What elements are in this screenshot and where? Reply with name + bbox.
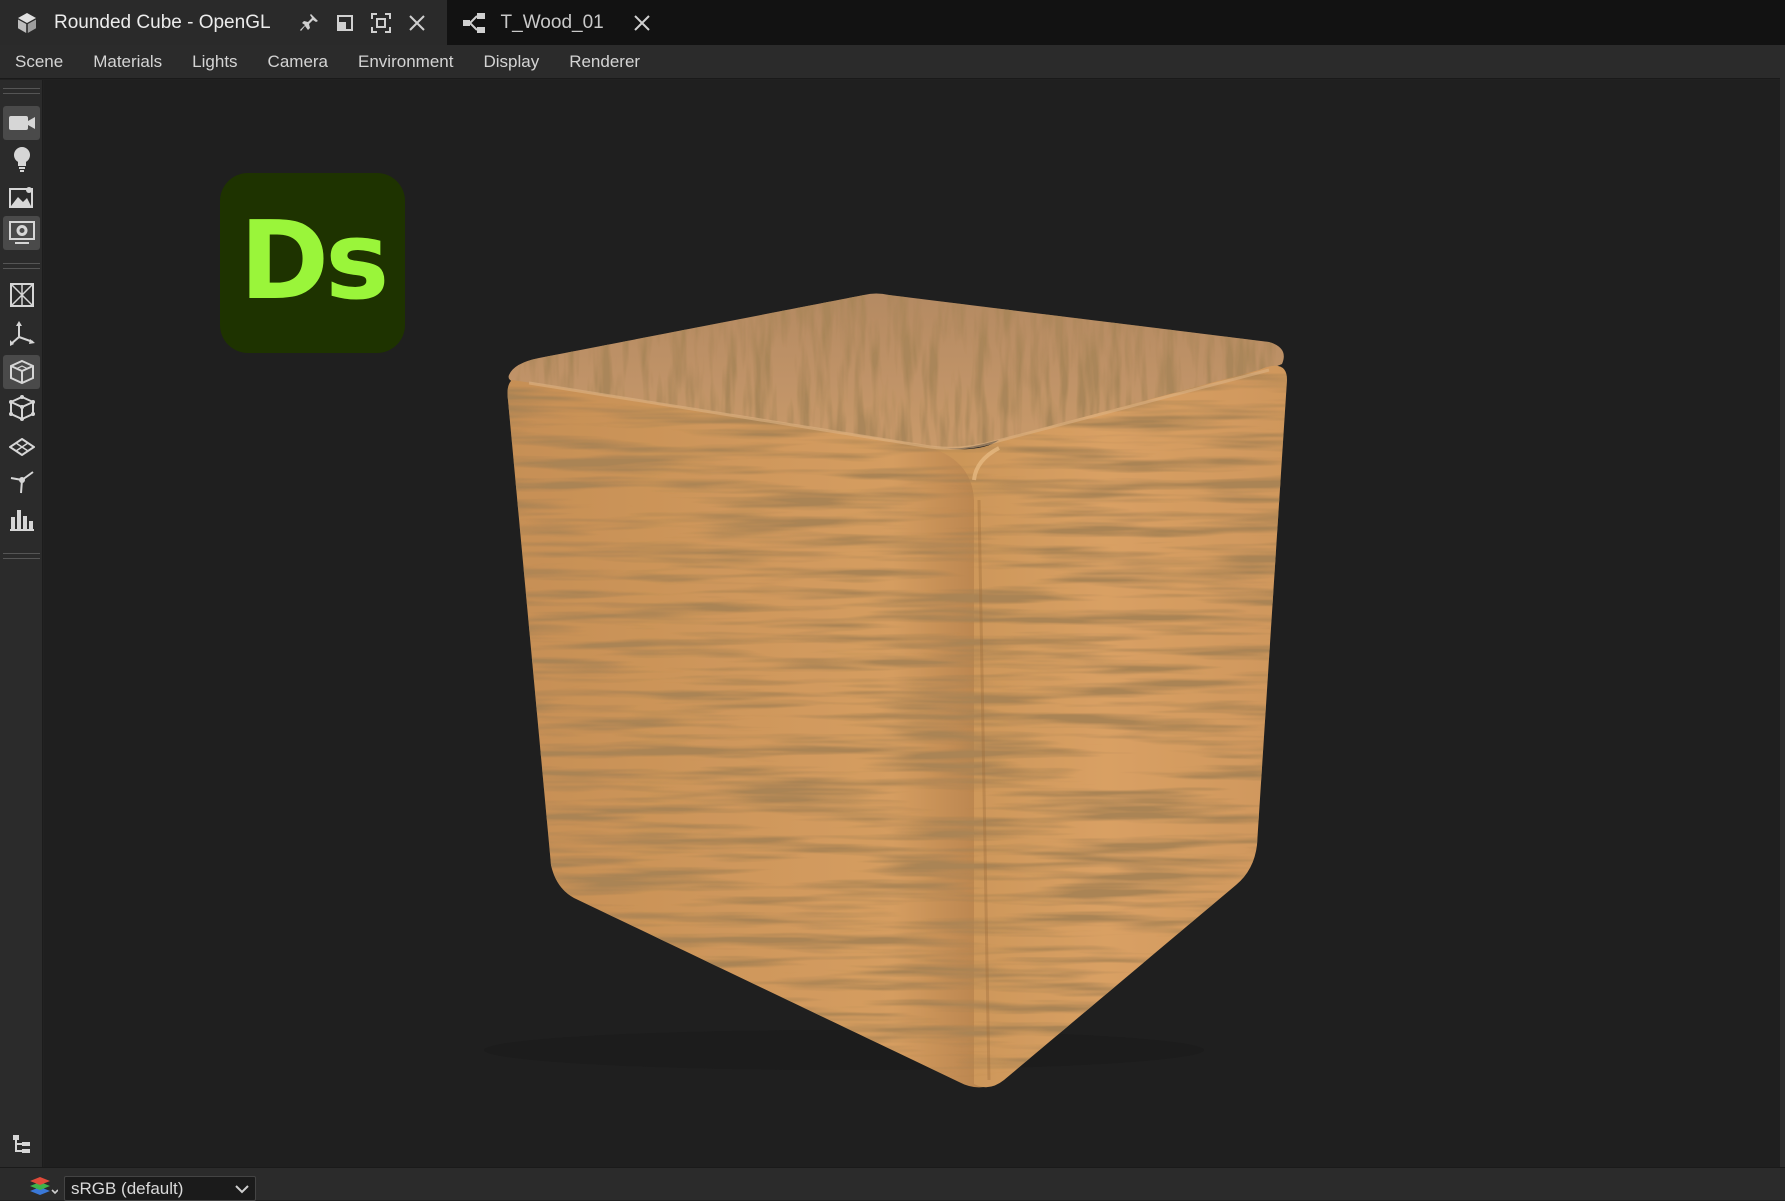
camera-icon bbox=[8, 116, 35, 130]
menu-bar: Scene Materials Lights Camera Environmen… bbox=[0, 45, 1785, 79]
toolbar-grip[interactable] bbox=[3, 88, 40, 94]
chevron-down-icon bbox=[235, 1184, 249, 1193]
3d-viewport[interactable]: Ds bbox=[44, 80, 1780, 1167]
menu-environment[interactable]: Environment bbox=[343, 45, 468, 79]
render-settings-tool-button[interactable] bbox=[3, 216, 40, 250]
axis-gizmo-tool-button[interactable] bbox=[3, 316, 40, 350]
ground-plane-tool-button[interactable] bbox=[3, 430, 40, 464]
layers-menu-button[interactable] bbox=[26, 1171, 60, 1199]
wireframe-cube-icon bbox=[9, 283, 34, 307]
viewport-right-edge bbox=[1780, 45, 1785, 1167]
toolbar-grip[interactable] bbox=[3, 553, 40, 559]
solid-shading-tool-button[interactable] bbox=[3, 355, 40, 389]
wireframe-tool-button[interactable] bbox=[3, 278, 40, 312]
menu-scene[interactable]: Scene bbox=[0, 45, 78, 79]
close-tab-button[interactable] bbox=[399, 5, 435, 41]
environment-tool-button[interactable] bbox=[3, 180, 40, 214]
axis-gizmo-icon bbox=[9, 321, 35, 346]
tab-rounded-cube-opengl[interactable]: Rounded Cube - OpenGL bbox=[0, 0, 447, 45]
plane-icon bbox=[8, 438, 35, 456]
viewport-toolbar bbox=[0, 80, 43, 1167]
light-bulb-icon bbox=[13, 147, 30, 172]
float-panel-button[interactable] bbox=[327, 5, 363, 41]
maximize-button[interactable] bbox=[363, 5, 399, 41]
render-settings-icon bbox=[8, 221, 35, 244]
mesh-tool-button[interactable] bbox=[3, 391, 40, 425]
close-icon bbox=[634, 14, 650, 31]
tab-title: T_Wood_01 bbox=[500, 11, 604, 33]
menu-camera[interactable]: Camera bbox=[253, 45, 343, 79]
light-source-icon bbox=[10, 471, 34, 494]
hierarchy-icon bbox=[12, 1135, 30, 1153]
tab-bar: Rounded Cube - OpenGL T_Wood_01 bbox=[0, 0, 1785, 45]
scene-tree-button[interactable] bbox=[3, 1127, 40, 1161]
histogram-icon bbox=[9, 510, 34, 531]
float-window-icon bbox=[336, 14, 353, 31]
menu-renderer[interactable]: Renderer bbox=[554, 45, 655, 79]
tab-title: Rounded Cube - OpenGL bbox=[54, 11, 271, 33]
menu-display[interactable]: Display bbox=[468, 45, 554, 79]
menu-lights[interactable]: Lights bbox=[177, 45, 252, 79]
lights-tool-button[interactable] bbox=[3, 142, 40, 176]
mesh-cube-icon bbox=[8, 395, 35, 421]
toolbar-grip[interactable] bbox=[3, 263, 40, 269]
layers-icon bbox=[30, 1177, 58, 1195]
wood-cube-model[interactable] bbox=[44, 80, 1780, 1167]
colorspace-dropdown[interactable]: sRGB (default) bbox=[64, 1176, 256, 1201]
cube-icon bbox=[12, 8, 42, 38]
camera-tool-button[interactable] bbox=[3, 106, 40, 140]
close-tab-button[interactable] bbox=[624, 5, 660, 41]
statistics-tool-button[interactable] bbox=[3, 502, 40, 536]
light-source-tool-button[interactable] bbox=[3, 464, 40, 498]
maximize-icon bbox=[370, 12, 391, 33]
colorspace-value: sRGB (default) bbox=[71, 1178, 184, 1198]
menu-materials[interactable]: Materials bbox=[78, 45, 177, 79]
environment-image-icon bbox=[8, 187, 33, 208]
pin-tab-button[interactable] bbox=[291, 5, 327, 41]
pin-icon bbox=[299, 13, 318, 31]
solid-cube-icon bbox=[9, 359, 34, 385]
tab-t-wood-01[interactable]: T_Wood_01 bbox=[446, 0, 672, 45]
node-graph-icon bbox=[459, 8, 489, 38]
close-icon bbox=[408, 14, 425, 31]
status-bar: sRGB (default) bbox=[0, 1167, 1785, 1201]
